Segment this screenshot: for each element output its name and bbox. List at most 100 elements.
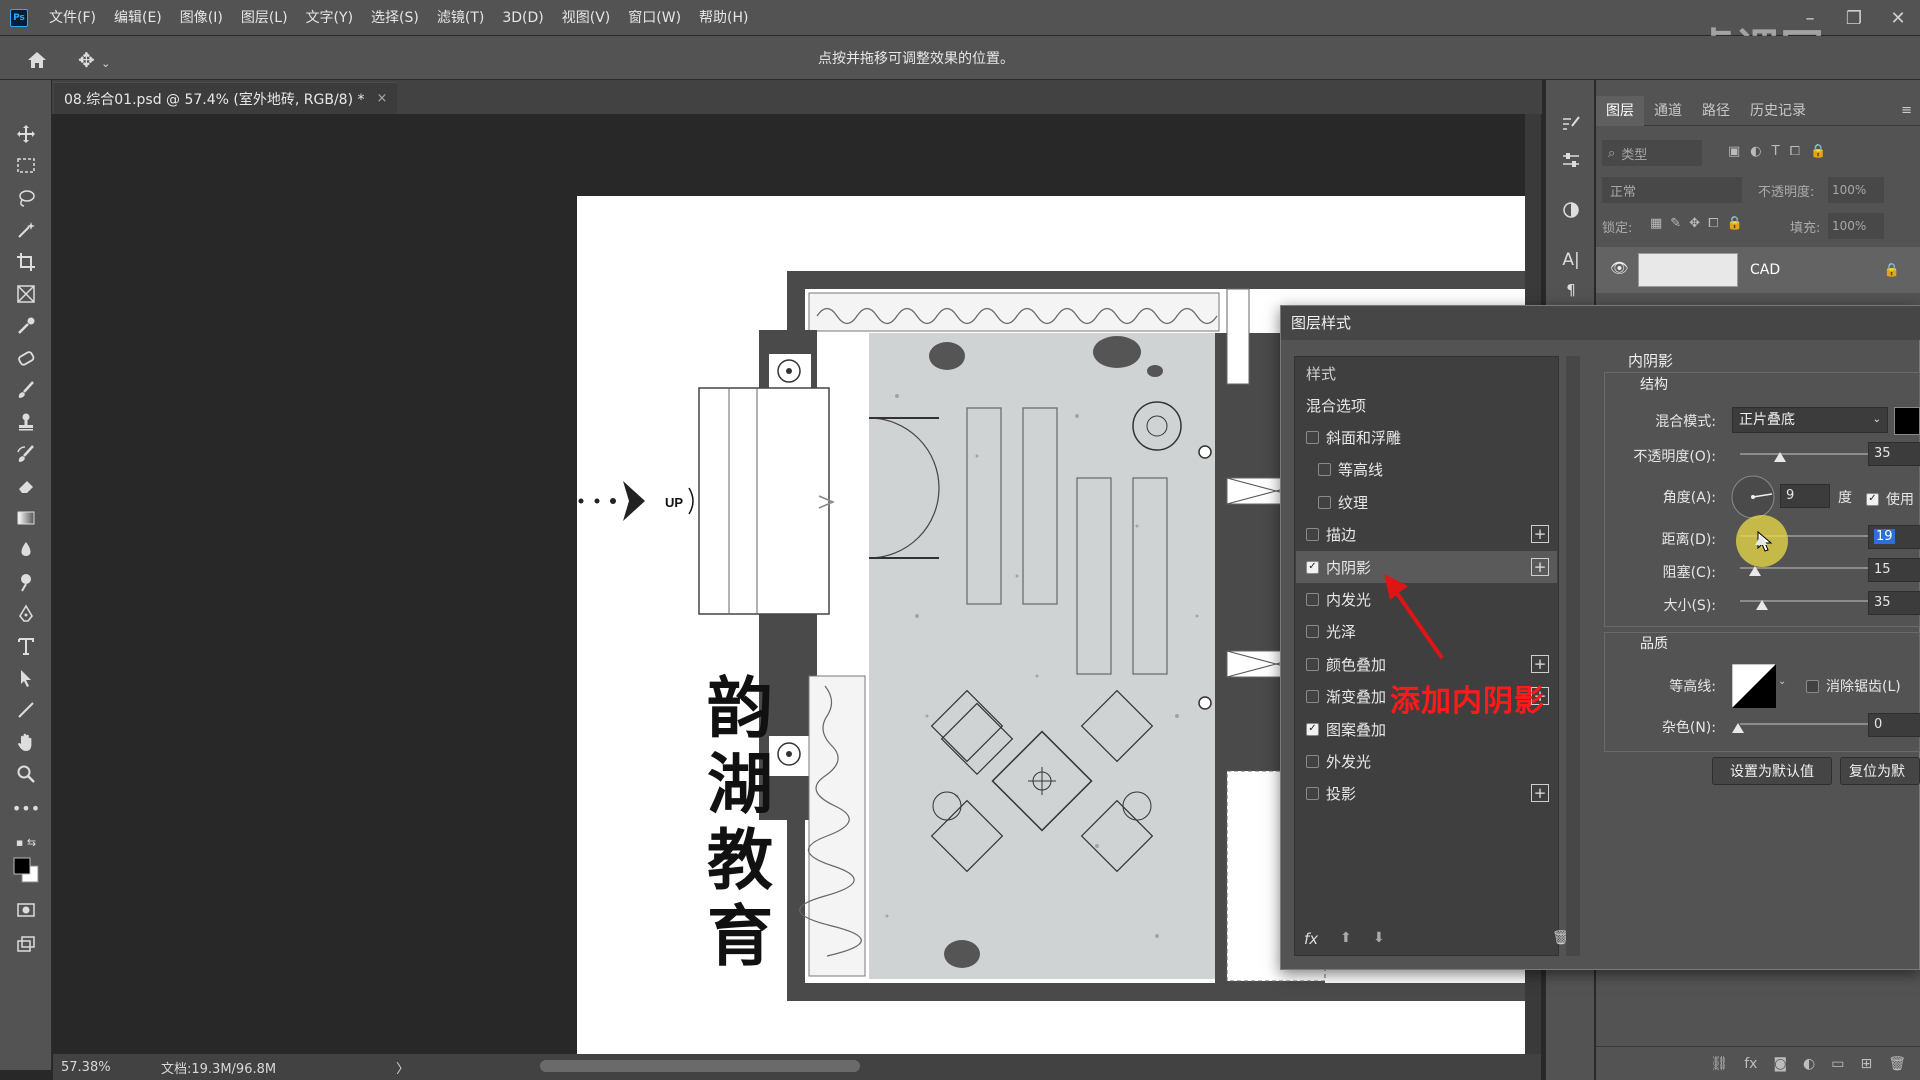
restore-icon[interactable]: ❐ <box>1832 0 1876 36</box>
menu-select[interactable]: 选择(S) <box>362 0 428 36</box>
antialias-option[interactable]: 消除锯齿(L) <box>1806 676 1901 696</box>
style-item[interactable]: 描边 + <box>1296 518 1557 550</box>
history-brush-icon[interactable] <box>12 440 40 468</box>
noise-slider[interactable] <box>1740 723 1880 725</box>
filter-type-icons[interactable]: ▣◐T⧠🔒 <box>1728 144 1836 159</box>
inner-shadow-blend-select[interactable]: 正片叠底 ⌄ <box>1732 407 1888 433</box>
frame-icon[interactable] <box>12 280 40 308</box>
paragraph-icon[interactable]: ¶ <box>1557 276 1585 304</box>
brush-icon[interactable] <box>12 376 40 404</box>
style-item-checkbox[interactable] <box>1306 657 1319 671</box>
menu-filter[interactable]: 滤镜(T) <box>428 0 493 36</box>
eyedropper-icon[interactable] <box>12 312 40 340</box>
tab-layers[interactable]: 图层 <box>1596 95 1644 126</box>
opacity-input[interactable]: 35 <box>1868 442 1920 466</box>
shadow-color-swatch[interactable] <box>1894 407 1920 435</box>
antialias-checkbox[interactable] <box>1806 679 1819 693</box>
path-select-icon[interactable] <box>12 664 40 692</box>
angle-input[interactable]: 9 <box>1780 484 1830 508</box>
style-item-checkbox[interactable] <box>1306 689 1319 703</box>
quick-mask-icon[interactable] <box>12 896 40 924</box>
fill-field[interactable]: 100% <box>1828 213 1884 239</box>
zoom-icon[interactable] <box>12 760 40 788</box>
menu-file[interactable]: 文件(F) <box>40 0 105 36</box>
fx-icon[interactable]: fx <box>1744 1056 1757 1072</box>
size-slider-knob[interactable] <box>1756 600 1768 610</box>
move-icon[interactable] <box>12 120 40 148</box>
gradient-icon[interactable] <box>12 504 40 532</box>
menu-edit[interactable]: 编辑(E) <box>105 0 171 36</box>
menu-3d[interactable]: 3D(D) <box>493 0 552 36</box>
noise-slider-knob[interactable] <box>1732 723 1744 733</box>
style-item-checkbox[interactable] <box>1306 624 1319 638</box>
style-item-checkbox[interactable]: ✓ <box>1306 722 1319 736</box>
layer-row[interactable]: 👁 CAD 🔒 <box>1596 247 1920 293</box>
group-icon[interactable]: ▭ <box>1831 1056 1844 1072</box>
fx-menu-icon[interactable]: fx <box>1304 930 1318 948</box>
blend-mode-select[interactable]: 正常 <box>1602 177 1742 203</box>
new-layer-icon[interactable]: ⊞ <box>1860 1056 1872 1072</box>
use-global-checkbox[interactable]: ✓ <box>1866 492 1879 506</box>
close-tab-icon[interactable]: × <box>377 91 388 106</box>
tab-channels[interactable]: 通道 <box>1644 96 1692 126</box>
color-icon[interactable] <box>1557 196 1585 224</box>
style-item[interactable]: 等高线 <box>1296 453 1557 485</box>
style-list-scrollbar[interactable] <box>1566 356 1580 956</box>
style-item[interactable]: 斜面和浮雕 <box>1296 421 1557 453</box>
screen-mode-icon[interactable] <box>12 930 40 958</box>
style-item-checkbox[interactable] <box>1306 430 1319 444</box>
zoom-level[interactable]: 57.38% <box>61 1060 131 1075</box>
marquee-icon[interactable] <box>12 152 40 180</box>
style-item-checkbox[interactable] <box>1306 786 1319 800</box>
status-menu-arrow[interactable]: 〉 <box>396 1058 409 1077</box>
add-effect-icon[interactable]: + <box>1531 558 1549 576</box>
blend-options-item[interactable]: 混合选项 <box>1296 389 1557 421</box>
type-icon[interactable] <box>12 632 40 660</box>
style-item-checkbox[interactable] <box>1318 495 1331 509</box>
opacity-field[interactable]: 100% <box>1828 177 1884 203</box>
style-item[interactable]: 纹理 <box>1296 486 1557 518</box>
character-icon[interactable]: A| <box>1557 246 1585 274</box>
contour-preview[interactable] <box>1732 664 1776 708</box>
style-item[interactable]: 投影 + <box>1296 777 1557 809</box>
distance-slider-knob[interactable] <box>1755 535 1767 545</box>
tab-paths[interactable]: 路径 <box>1692 96 1740 126</box>
size-input[interactable]: 35 <box>1868 591 1920 615</box>
move-down-icon[interactable]: ⬇ <box>1373 930 1385 946</box>
home-icon[interactable] <box>26 50 48 70</box>
lock-icons[interactable]: ▦✎✥⧠🔒 <box>1650 216 1751 231</box>
eraser-icon[interactable] <box>12 472 40 500</box>
line-icon[interactable] <box>12 696 40 724</box>
reset-default-button[interactable]: 复位为默 <box>1840 757 1920 785</box>
menu-type[interactable]: 文字(Y) <box>297 0 362 36</box>
color-swatches[interactable] <box>12 856 40 884</box>
menu-layer[interactable]: 图层(L) <box>232 0 297 36</box>
adjustments-icon[interactable] <box>1557 146 1585 174</box>
tab-history[interactable]: 历史记录 <box>1740 96 1816 126</box>
stamp-icon[interactable] <box>12 408 40 436</box>
menu-help[interactable]: 帮助(H) <box>690 0 757 36</box>
brush-settings-icon[interactable] <box>1557 110 1585 138</box>
move-up-icon[interactable]: ⬆ <box>1340 930 1352 946</box>
distance-input[interactable]: 19 <box>1868 525 1920 549</box>
style-item-checkbox[interactable] <box>1318 462 1331 476</box>
lasso-icon[interactable] <box>12 184 40 212</box>
menu-image[interactable]: 图像(I) <box>171 0 232 36</box>
style-item[interactable]: 外发光 <box>1296 745 1557 777</box>
healing-brush-icon[interactable] <box>12 344 40 372</box>
hand-icon[interactable] <box>12 728 40 756</box>
set-default-button[interactable]: 设置为默认值 <box>1712 757 1832 785</box>
dodge-icon[interactable] <box>12 568 40 596</box>
panel-menu-icon[interactable]: ≡ <box>1901 103 1912 118</box>
adjustment-layer-icon[interactable]: ◐ <box>1803 1056 1815 1072</box>
choke-slider-knob[interactable] <box>1749 566 1761 576</box>
close-icon[interactable]: ✕ <box>1876 0 1920 36</box>
style-item-checkbox[interactable] <box>1306 527 1319 541</box>
add-effect-icon[interactable]: + <box>1531 655 1549 673</box>
layer-filter[interactable]: ⌕ 类型 <box>1602 140 1702 166</box>
visibility-eye-icon[interactable]: 👁 <box>1610 259 1629 277</box>
use-global-light[interactable]: ✓ 使用 <box>1866 489 1914 509</box>
blur-icon[interactable] <box>12 536 40 564</box>
horizontal-scrollbar[interactable] <box>540 1060 860 1072</box>
opacity-slider-knob[interactable] <box>1774 452 1786 462</box>
